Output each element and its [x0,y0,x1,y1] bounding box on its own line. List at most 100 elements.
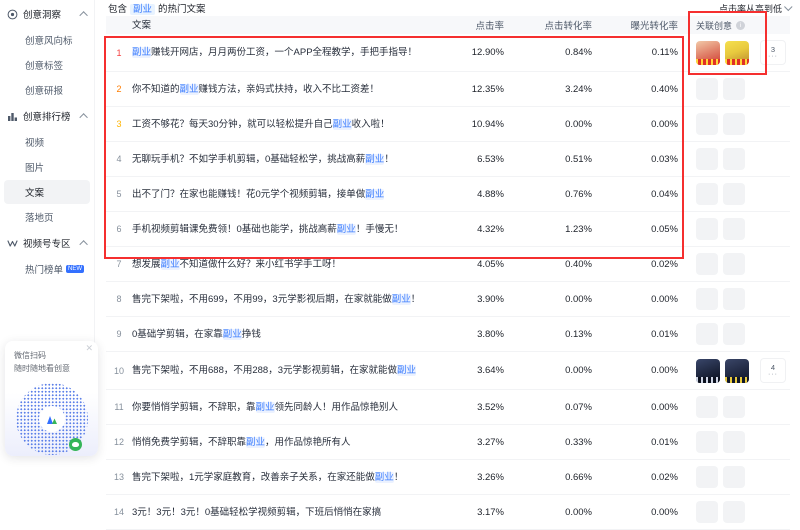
creative-thumbnail[interactable] [725,359,749,383]
sort-dropdown-label: 点击率从高到低 [719,2,782,15]
sidebar-item-label: 图片 [25,160,44,174]
sidebar-group-label: 创意洞察 [23,7,61,21]
click-cvr-value: 0.00% [504,119,592,130]
copy-text[interactable]: 售完下架啦，1元学家庭教育，改善亲子关系，在家还能做副业！ [132,472,403,483]
click-cvr-value: 0.76% [504,189,592,200]
qr-popup-line1: 微信扫码 [14,349,90,362]
sidebar-item-video[interactable]: 视频 [4,130,90,154]
table-row[interactable]: 2 你不知道的副业赚钱方法，亲妈式扶持，收入不比工资差！ 12.35% 3.24… [106,72,790,107]
rank-number: 2 [106,84,132,94]
sidebar-item-landing-page[interactable]: 落地页 [4,205,90,229]
sort-dropdown[interactable]: 点击率从高到低 [719,2,792,15]
creative-thumbnail[interactable] [696,41,720,65]
keyword-highlight: 副业 [365,189,384,200]
creative-thumbnail[interactable] [725,41,749,65]
copy-text[interactable]: 你要悄悄学剪辑，不辞职，靠副业领先同龄人！用作品惊艳别人 [132,402,398,413]
creative-thumbnail-placeholder [723,78,745,100]
exposure-cvr-value: 0.00% [592,119,678,130]
related-creatives [696,253,745,275]
ranking-icon [7,111,18,122]
qr-code [16,383,88,455]
exposure-cvr-value: 0.40% [592,84,678,95]
chevron-up-icon [79,113,87,121]
copy-text[interactable]: 0基础学剪辑，在家靠副业挣钱 [132,329,261,340]
creative-thumbnail-placeholder [696,113,718,135]
table-row[interactable]: 14 3元！3元！3元！0基础轻松学视频剪辑，下班后悄悄在家搞 3.17% 0.… [106,495,790,530]
close-icon[interactable]: ✕ [85,344,93,353]
click-cvr-value: 3.24% [504,84,592,95]
sidebar-item-image[interactable]: 图片 [4,155,90,179]
qr-popup: ✕ 微信扫码 随时随地看创意 [5,341,98,456]
table-row[interactable]: 1 副业赚钱开网店，月月两份工资，一个APP全程教学，手把手指导！ 12.90%… [106,34,790,72]
copy-text[interactable]: 出不了门？在家也能赚钱！花0元学个视频剪辑，接单做副业 [132,189,384,200]
more-creatives-badge[interactable]: 3··· [760,40,786,65]
copy-text[interactable]: 你不知道的副业赚钱方法，亲妈式扶持，收入不比工资差！ [132,84,379,95]
header-ctr: 点击率 [442,18,504,32]
table-row[interactable]: 8 售完下架啦，不用699，不用99，3元学影视后期，在家就能做副业！ 3.90… [106,282,790,317]
main-content: 包含副业的热门文案 点击率从高到低 文案 点击率 点击转化率 曝光转化率 关联创… [96,0,800,449]
copy-text[interactable]: 无聊玩手机？不如学手机剪辑，0基础轻松学，挑战高薪副业！ [132,154,394,165]
copy-text[interactable]: 售完下架啦，不用699，不用99，3元学影视后期，在家就能做副业！ [132,294,420,305]
table-row[interactable]: 11 你要悄悄学剪辑，不辞职，靠副业领先同龄人！用作品惊艳别人 3.52% 0.… [106,390,790,425]
related-creatives [696,288,745,310]
sidebar-item-copywriting[interactable]: 文案 [4,180,90,204]
table-row[interactable]: 4 无聊玩手机？不如学手机剪辑，0基础轻松学，挑战高薪副业！ 6.53% 0.5… [106,142,790,177]
sidebar-group-channels[interactable]: 视频号专区 [0,230,94,256]
sidebar-item-report[interactable]: 创意研报 [4,78,90,102]
table-row[interactable]: 9 0基础学剪辑，在家靠副业挣钱 3.80% 0.13% 0.01% [106,317,790,352]
creative-thumbnail-placeholder [696,323,718,345]
copy-text[interactable]: 售完下架啦，不用688，不用288，3元学影视剪辑，在家就能做副业 [132,365,416,376]
creative-thumbnail-placeholder [723,148,745,170]
keyword-highlight: 副业 [365,154,384,165]
sidebar-item-windvane[interactable]: 创意风向标 [4,28,90,52]
table-row[interactable]: 6 手机视频剪辑课免费领！0基础也能学，挑战高薪副业！手慢无！ 4.32% 1.… [106,212,790,247]
creative-thumbnail-placeholder [723,396,745,418]
keyword-highlight: 副业 [337,224,356,235]
copy-text[interactable]: 悄悄免费学剪辑，不辞职靠副业，用作品惊艳所有人 [132,437,351,448]
table-row[interactable]: 12 悄悄免费学剪辑，不辞职靠副业，用作品惊艳所有人 3.27% 0.33% 0… [106,425,790,460]
copy-text[interactable]: 副业赚钱开网店，月月两份工资，一个APP全程教学，手把手指导！ [132,47,417,58]
table-row[interactable]: 3 工资不够花？每天30分钟，就可以轻松提升自己副业收入啦！ 10.94% 0.… [106,107,790,142]
sidebar-item-label: 创意风向标 [25,33,73,47]
copy-text[interactable]: 工资不够花？每天30分钟，就可以轻松提升自己副业收入啦！ [132,119,390,130]
copy-text[interactable]: 想发展副业不知道做什么好？来小红书学手工呀！ [132,259,341,270]
table-row[interactable]: 10 售完下架啦，不用688，不用288，3元学影视剪辑，在家就能做副业 3.6… [106,352,790,390]
related-creatives [696,323,745,345]
copy-ranking-table: 文案 点击率 点击转化率 曝光转化率 关联创意 i 1 副业赚钱开网店，月月两份… [106,16,790,530]
rank-number: 1 [106,48,132,58]
click-cvr-value: 0.51% [504,154,592,165]
click-cvr-value: 0.84% [504,47,592,58]
creative-thumbnail[interactable] [696,359,720,383]
more-creatives-badge[interactable]: 4··· [760,358,786,383]
sidebar-item-tags[interactable]: 创意标签 [4,53,90,77]
table-row[interactable]: 13 售完下架啦，1元学家庭教育，改善亲子关系，在家还能做副业！ 3.26% 0… [106,460,790,495]
rank-number: 14 [106,507,132,517]
sidebar-item-label: 文案 [25,185,44,199]
exposure-cvr-value: 0.11% [592,47,678,58]
ctr-value: 3.90% [442,294,504,305]
page-title-keyword: 副业 [130,4,155,15]
sidebar-group-label: 视频号专区 [23,236,71,250]
ctr-value: 3.52% [442,402,504,413]
table-row[interactable]: 7 想发展副业不知道做什么好？来小红书学手工呀！ 4.05% 0.40% 0.0… [106,247,790,282]
sidebar-item-hot-list[interactable]: 热门榜单 NEW [4,257,90,281]
sidebar-group-ranking[interactable]: 创意排行榜 [0,103,94,129]
keyword-highlight: 副业 [161,259,180,270]
header-copy: 文案 [132,19,442,32]
table-row[interactable]: 5 出不了门？在家也能赚钱！花0元学个视频剪辑，接单做副业 4.88% 0.76… [106,177,790,212]
rank-number: 4 [106,154,132,164]
info-icon[interactable]: i [736,21,745,30]
rank-number: 10 [106,366,132,376]
creative-thumbnail-placeholder [696,218,718,240]
exposure-cvr-value: 0.00% [592,365,678,376]
rank-number: 6 [106,224,132,234]
copy-text[interactable]: 3元！3元！3元！0基础轻松学视频剪辑，下班后悄悄在家搞 [132,507,381,518]
related-creatives [696,501,745,523]
sidebar-group-insight[interactable]: 创意洞察 [0,1,94,27]
copy-text[interactable]: 手机视频剪辑课免费领！0基础也能学，挑战高薪副业！手慢无！ [132,224,403,235]
sidebar-item-label: 视频 [25,135,44,149]
creative-thumbnail-placeholder [723,253,745,275]
table-header-row: 文案 点击率 点击转化率 曝光转化率 关联创意 i [106,16,790,34]
wechat-icon [69,438,82,451]
keyword-highlight: 副业 [375,472,394,483]
